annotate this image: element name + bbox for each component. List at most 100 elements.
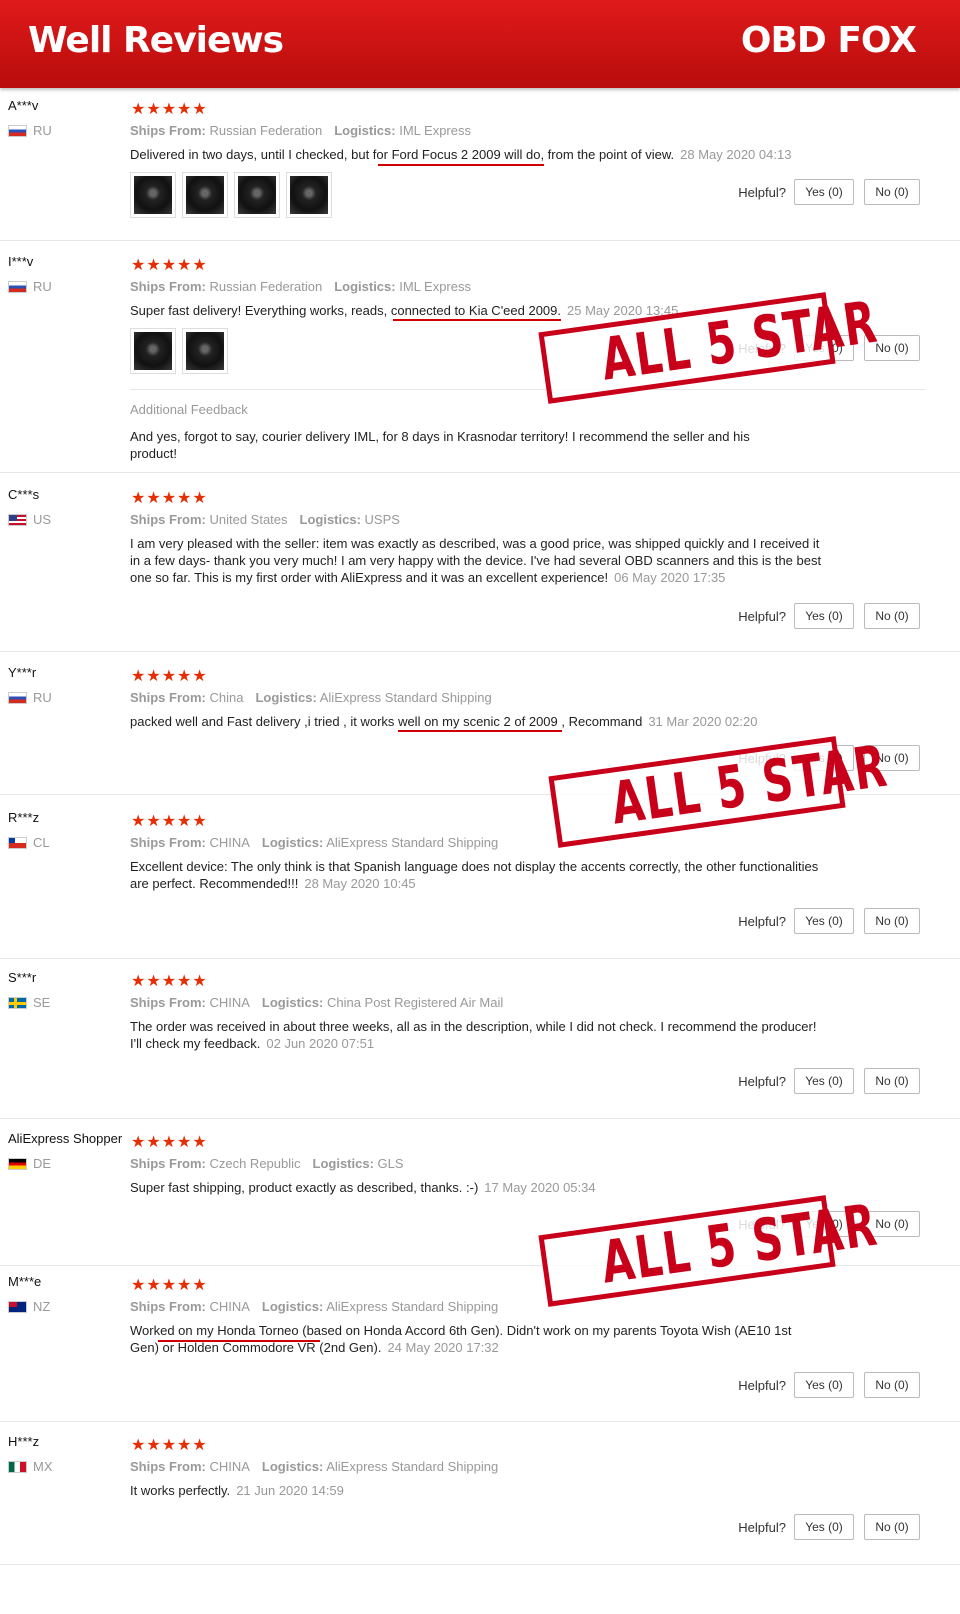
reviewer-name: H***z xyxy=(8,1434,40,1449)
shipping-info: Ships From: CHINA Logistics: AliExpress S… xyxy=(130,1299,499,1314)
review-item: R***z CL ★★★★★ Ships From: CHINA Logistic… xyxy=(0,802,960,959)
review-text: The order was received in about three we… xyxy=(130,1019,817,1051)
reviewer-country: MX xyxy=(8,1459,53,1474)
reviewer-name: AliExpress Shopper xyxy=(8,1131,123,1146)
review-item: A***v RU ★★★★★ Ships From: Russian Feder… xyxy=(0,90,960,241)
flag-icon xyxy=(8,836,27,849)
review-date: 02 Jun 2020 07:51 xyxy=(266,1036,375,1051)
shipping-info: Ships From: China Logistics: AliExpress S… xyxy=(130,690,492,705)
reviewer-country: RU xyxy=(8,279,52,294)
reviewer-name: M***e xyxy=(8,1274,42,1289)
review-photo[interactable] xyxy=(182,172,228,218)
helpful-no-button[interactable]: No (0) xyxy=(864,1068,920,1094)
helpful-no-button[interactable]: No (0) xyxy=(864,908,920,934)
reviewer-name: R***z xyxy=(8,810,40,825)
helpful-section: Helpful? Yes (0) No (0) xyxy=(738,908,920,934)
red-underline xyxy=(158,1340,320,1342)
reviewer-country: SE xyxy=(8,995,50,1010)
helpful-yes-button[interactable]: Yes (0) xyxy=(794,603,854,629)
reviewer-country: DE xyxy=(8,1156,51,1171)
reviewer-country: US xyxy=(8,512,51,527)
helpful-section: Helpful? Yes (0) No (0) xyxy=(738,179,920,205)
helpful-yes-button[interactable]: Yes (0) xyxy=(794,908,854,934)
helpful-section: Helpful? Yes (0) No (0) xyxy=(738,1514,920,1540)
shipping-info: Ships From: CHINA Logistics: China Post R… xyxy=(130,995,504,1010)
highlighted-text: connected to Kia C'eed 2009. xyxy=(390,303,562,318)
rating-stars: ★★★★★ xyxy=(131,973,208,990)
helpful-label: Helpful? xyxy=(738,608,786,624)
flag-icon xyxy=(8,1460,27,1473)
review-photo[interactable] xyxy=(234,172,280,218)
helpful-yes-button[interactable]: Yes (0) xyxy=(794,1068,854,1094)
rating-stars: ★★★★★ xyxy=(131,813,208,830)
review-photo[interactable] xyxy=(286,172,332,218)
helpful-yes-button[interactable]: Yes (0) xyxy=(794,179,854,205)
review-photo[interactable] xyxy=(130,172,176,218)
helpful-no-button[interactable]: No (0) xyxy=(864,1372,920,1398)
review-item: M***e NZ ★★★★★ Ships From: CHINA Logistic… xyxy=(0,1266,960,1422)
reviewer-name: A***v xyxy=(8,98,39,113)
helpful-no-button[interactable]: No (0) xyxy=(864,1514,920,1540)
reviewer-country: CL xyxy=(8,835,50,850)
review-item: S***r SE ★★★★★ Ships From: CHINA Logistic… xyxy=(0,962,960,1119)
review-text: packed well and Fast delivery ,i tried ,… xyxy=(130,714,758,729)
helpful-label: Helpful? xyxy=(738,1073,786,1089)
reviewer-country: NZ xyxy=(8,1299,50,1314)
header-banner: Well Reviews OBD FOX xyxy=(0,0,960,88)
flag-icon xyxy=(8,124,27,137)
reviewer-name: Y***r xyxy=(8,665,37,680)
review-text: Excellent device: The only think is that… xyxy=(130,859,819,891)
reviewer-country: RU xyxy=(8,123,52,138)
red-underline xyxy=(378,164,544,166)
review-text: Delivered in two days, until I checked, … xyxy=(130,147,792,162)
review-item: C***s US ★★★★★ Ships From: United States… xyxy=(0,479,960,652)
banner-title: Well Reviews xyxy=(28,20,284,61)
highlighted-text: well on my scenic 2 of 2009 xyxy=(398,714,558,729)
helpful-yes-button[interactable]: Yes (0) xyxy=(794,1372,854,1398)
highlighted-text: ed on my Honda Torneo ( xyxy=(160,1323,307,1338)
shipping-info: Ships From: Russian Federation Logistics:… xyxy=(130,279,471,294)
reviewer-country: RU xyxy=(8,690,52,705)
highlighted-text: for Ford Focus 2 2009 will do xyxy=(372,147,541,162)
rating-stars: ★★★★★ xyxy=(131,257,208,274)
rating-stars: ★★★★★ xyxy=(131,1277,208,1294)
helpful-label: Helpful? xyxy=(738,913,786,929)
flag-icon xyxy=(8,996,27,1009)
additional-feedback-title: Additional Feedback xyxy=(130,402,248,417)
rating-stars: ★★★★★ xyxy=(131,1134,208,1151)
rating-stars: ★★★★★ xyxy=(131,101,208,118)
review-photo[interactable] xyxy=(182,328,228,374)
divider xyxy=(130,389,925,390)
helpful-yes-button[interactable]: Yes (0) xyxy=(794,1514,854,1540)
review-date: 17 May 2020 05:34 xyxy=(484,1180,596,1195)
review-date: 28 May 2020 10:45 xyxy=(304,876,416,891)
review-text: Worked on my Honda Torneo (based on Hond… xyxy=(130,1323,792,1355)
helpful-no-button[interactable]: No (0) xyxy=(864,179,920,205)
flag-icon xyxy=(8,691,27,704)
helpful-section: Helpful? Yes (0) No (0) xyxy=(738,1068,920,1094)
reviewer-name: I***v xyxy=(8,254,34,269)
shipping-info: Ships From: United States Logistics: USPS xyxy=(130,512,400,527)
helpful-no-button[interactable]: No (0) xyxy=(864,603,920,629)
review-date: 24 May 2020 17:32 xyxy=(387,1340,499,1355)
rating-stars: ★★★★★ xyxy=(131,490,208,507)
flag-icon xyxy=(8,1157,27,1170)
review-photo[interactable] xyxy=(130,328,176,374)
review-item: H***z MX ★★★★★ Ships From: CHINA Logistic… xyxy=(0,1426,960,1565)
review-text: Super fast shipping, product exactly as … xyxy=(130,1180,596,1195)
helpful-section: Helpful? Yes (0) No (0) xyxy=(738,1372,920,1398)
helpful-label: Helpful? xyxy=(738,184,786,200)
helpful-label: Helpful? xyxy=(738,1519,786,1535)
shipping-info: Ships From: CHINA Logistics: AliExpress S… xyxy=(130,1459,499,1474)
shipping-info: Ships From: Czech Republic Logistics: GLS xyxy=(130,1156,404,1171)
red-underline xyxy=(393,319,561,321)
review-photos xyxy=(130,172,332,218)
review-date: 21 Jun 2020 14:59 xyxy=(236,1483,344,1498)
flag-icon xyxy=(8,280,27,293)
reviewer-name: C***s xyxy=(8,487,40,502)
helpful-section: Helpful? Yes (0) No (0) xyxy=(738,603,920,629)
flag-icon xyxy=(8,1300,27,1313)
shipping-info: Ships From: CHINA Logistics: AliExpress S… xyxy=(130,835,499,850)
review-date: 28 May 2020 04:13 xyxy=(680,147,792,162)
flag-icon xyxy=(8,513,27,526)
